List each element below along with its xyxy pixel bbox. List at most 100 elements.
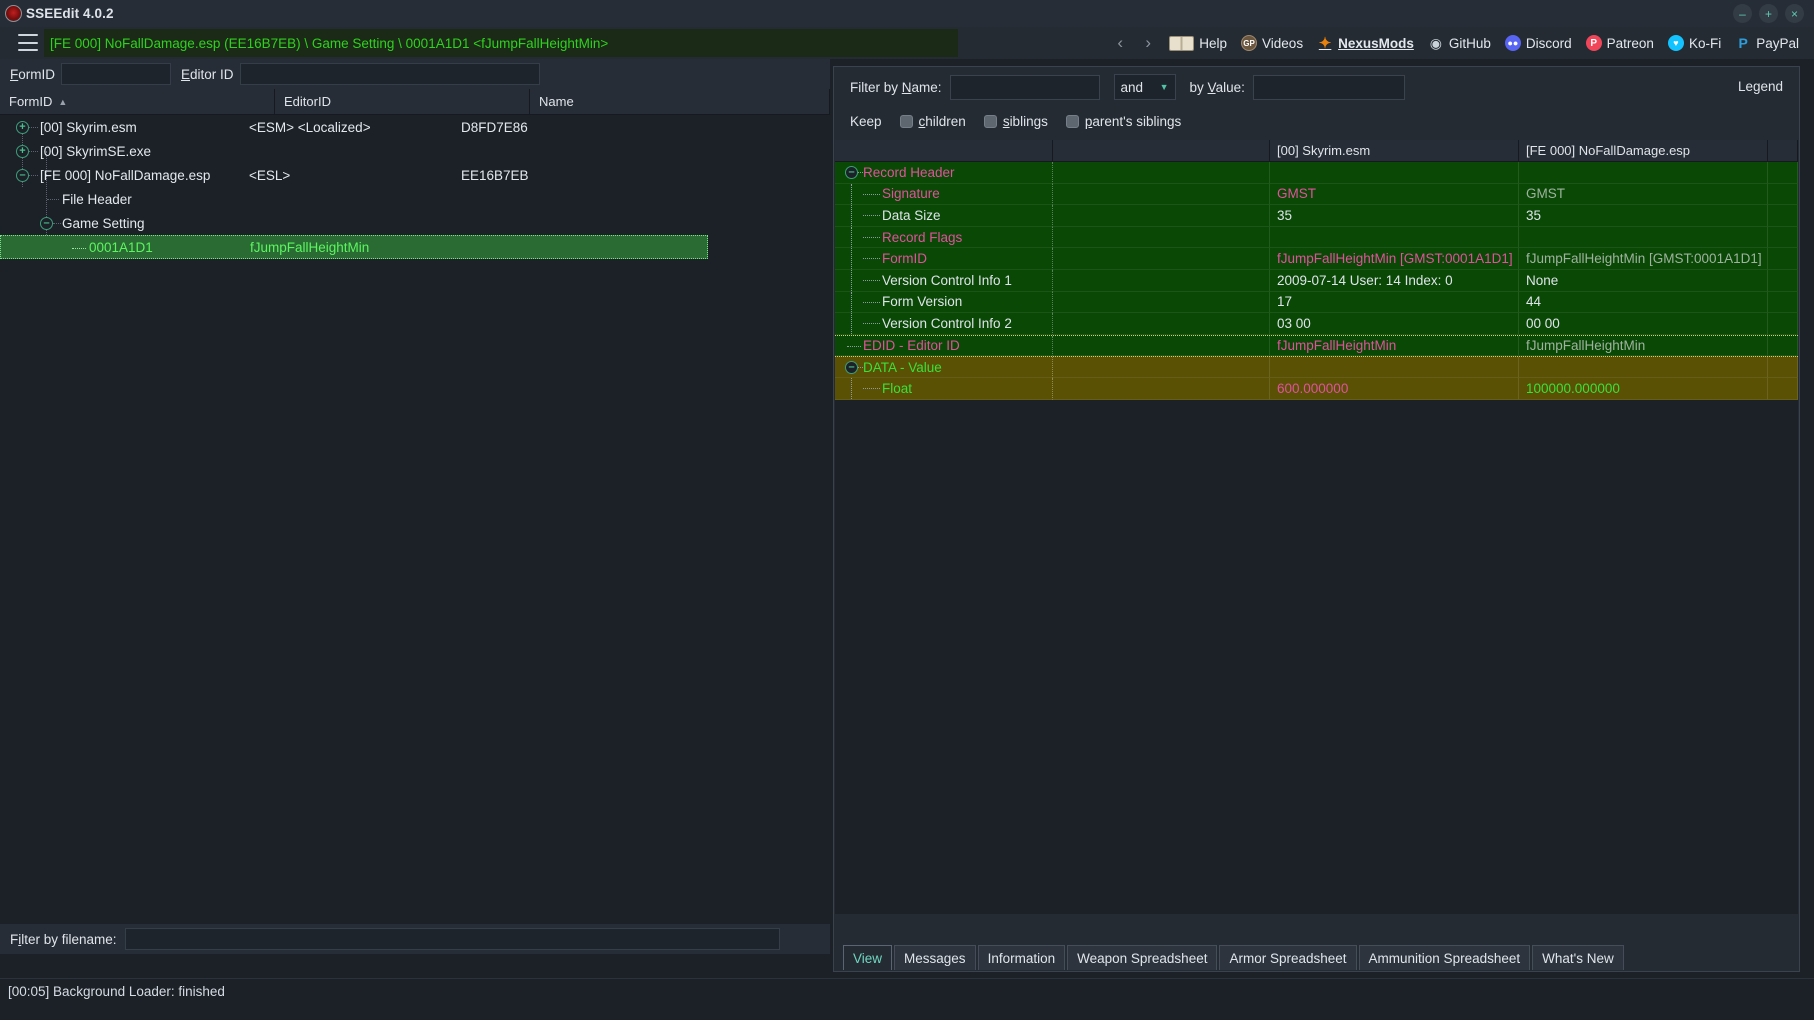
- grid-row-form-version[interactable]: Form Version 17 44: [835, 291, 1798, 314]
- tree-row-game-setting[interactable]: – Game Setting: [0, 211, 830, 235]
- tree-connector: [851, 226, 852, 248]
- nav-link-github[interactable]: ◉ GitHub: [1421, 27, 1498, 59]
- filter-operator-select[interactable]: and ▼: [1113, 74, 1176, 100]
- grid-row-formid[interactable]: FormID fJumpFallHeightMin [GMST:0001A1D1…: [835, 248, 1798, 270]
- nav-link-paypal[interactable]: P PayPal: [1728, 27, 1806, 59]
- grid-cell-extra: [1768, 205, 1798, 227]
- column-header-formid[interactable]: FormID ▲: [0, 89, 275, 114]
- expander-plus-icon[interactable]: +: [16, 144, 29, 158]
- filter-name-input[interactable]: [949, 74, 1100, 100]
- grid-row-label: Record Flags: [882, 229, 963, 245]
- plugin-tree[interactable]: + [00] Skyrim.esm <ESM> <Localized> D8FD…: [0, 115, 830, 924]
- nav-link-videos[interactable]: GP Videos: [1234, 27, 1310, 59]
- nav-link-help[interactable]: Help: [1162, 27, 1234, 59]
- nav-link-nexusmods[interactable]: ✦ NexusMods: [1310, 27, 1421, 59]
- grid-row-label-cell: Data Size: [835, 205, 1053, 227]
- grid-row-float[interactable]: Float 600.000000 100000.000000: [835, 377, 1798, 400]
- grid-row-label-cell: – Record Header: [835, 162, 1053, 184]
- tree-row-skyrim-esm[interactable]: + [00] Skyrim.esm <ESM> <Localized> D8FD…: [0, 115, 830, 139]
- tab-view[interactable]: View: [843, 945, 893, 970]
- back-arrow-icon[interactable]: ‹: [1106, 33, 1134, 53]
- grid-row-record-flags[interactable]: Record Flags: [835, 226, 1798, 249]
- checkbox-icon[interactable]: [1065, 114, 1079, 128]
- checkbox-icon[interactable]: [983, 114, 997, 128]
- filter-value-label: by Value:: [1189, 79, 1245, 95]
- grid-cell-spacer: [1053, 205, 1270, 227]
- tree-connector: [851, 313, 852, 334]
- grid-row-version-control-info-2[interactable]: Version Control Info 2 03 00 00 00: [835, 313, 1798, 335]
- grid-row-label-cell: Version Control Info 1: [835, 269, 1053, 292]
- expander-minus-icon[interactable]: –: [40, 216, 53, 230]
- gp-icon: GP: [1241, 35, 1258, 51]
- grid-row-edid-editor-id[interactable]: EDID - Editor ID fJumpFallHeightMin fJum…: [835, 334, 1798, 357]
- tab-armor-spreadsheet[interactable]: Armor Spreadsheet: [1219, 945, 1357, 970]
- tab-messages[interactable]: Messages: [894, 945, 976, 970]
- nav-link-kofi[interactable]: ♥ Ko-Fi: [1661, 27, 1728, 59]
- editorid-search-input[interactable]: [239, 63, 540, 85]
- tree-row-skyrimse-exe[interactable]: + [00] SkyrimSE.exe: [0, 139, 830, 163]
- filename-filter-input[interactable]: [124, 928, 780, 950]
- tab-information[interactable]: Information: [977, 945, 1066, 970]
- filter-value-input[interactable]: [1252, 74, 1405, 100]
- grid-row-version-control-info-1[interactable]: Version Control Info 1 2009-07-14 User: …: [835, 269, 1798, 292]
- grid-header-blank3[interactable]: [1768, 140, 1798, 161]
- keep-children-checkbox[interactable]: children: [899, 113, 966, 129]
- expander-plus-icon[interactable]: +: [16, 120, 29, 134]
- grid-header-blank1[interactable]: [835, 140, 1053, 161]
- tree-row-file-header[interactable]: File Header: [0, 187, 830, 211]
- grid-cell-skyrim: fJumpFallHeightMin: [1270, 335, 1519, 357]
- expander-minus-icon[interactable]: –: [845, 166, 858, 179]
- app-logo-icon: [5, 5, 22, 22]
- tree-row-name: D8FD7E86: [461, 119, 528, 135]
- tree-connector: [29, 175, 38, 176]
- expander-minus-icon[interactable]: –: [16, 168, 29, 182]
- grid-row-data-value[interactable]: – DATA - Value: [835, 356, 1798, 378]
- menu-icon[interactable]: [18, 34, 38, 51]
- grid-cell-spacer: [1053, 313, 1270, 335]
- grid-header-nofalldamage-esp[interactable]: [FE 000] NoFallDamage.esp: [1519, 140, 1768, 161]
- nexus-icon: ✦: [1318, 35, 1332, 52]
- grid-row-record-header[interactable]: – Record Header: [835, 162, 1798, 184]
- column-header-editorid[interactable]: EditorID: [275, 89, 530, 114]
- nav-link-patreon[interactable]: P Patreon: [1579, 27, 1661, 59]
- grid-cell-skyrim: [1270, 162, 1519, 184]
- tree-row-nofalldamage-esp[interactable]: – [FE 000] NoFallDamage.esp <ESL> EE16B7…: [0, 163, 830, 187]
- grid-header-skyrim-esm[interactable]: [00] Skyrim.esm: [1270, 140, 1519, 161]
- minimize-button[interactable]: –: [1733, 4, 1752, 23]
- grid-cell-extra: [1768, 313, 1798, 335]
- keep-children-label: children: [918, 113, 966, 129]
- tab-weapon-spreadsheet[interactable]: Weapon Spreadsheet: [1067, 945, 1218, 970]
- tree-connector: [851, 248, 852, 269]
- column-header-name[interactable]: Name: [530, 89, 830, 114]
- record-detail-grid[interactable]: [00] Skyrim.esm [FE 000] NoFallDamage.es…: [835, 140, 1798, 914]
- keep-siblings-checkbox[interactable]: siblings: [983, 114, 1048, 129]
- tree-row-label: [FE 000] NoFallDamage.esp: [40, 167, 211, 183]
- grid-row-label-cell: Float: [835, 377, 1053, 400]
- tab-whats-new[interactable]: What's New: [1532, 945, 1624, 970]
- grid-cell-nofall: [1519, 357, 1768, 378]
- close-button[interactable]: ×: [1785, 4, 1804, 23]
- grid-cell-spacer: [1053, 226, 1270, 249]
- book-icon: [1169, 35, 1195, 51]
- grid-cell-skyrim: 600.000000: [1270, 377, 1519, 400]
- keep-parents-siblings-checkbox[interactable]: parent's siblings: [1065, 114, 1181, 129]
- formid-search-input[interactable]: [61, 63, 171, 85]
- tree-row-0001A1D1[interactable]: 0001A1D1 fJumpFallHeightMin: [0, 235, 708, 259]
- maximize-button[interactable]: +: [1759, 4, 1778, 23]
- grid-row-label-cell: Record Flags: [835, 226, 1053, 249]
- grid-row-data-size[interactable]: Data Size 35 35: [835, 205, 1798, 227]
- nav-link-discord[interactable]: ●● Discord: [1498, 27, 1579, 59]
- grid-row-label: EDID - Editor ID: [863, 338, 960, 354]
- grid-header-blank2[interactable]: [1053, 140, 1270, 161]
- grid-cell-spacer: [1053, 335, 1270, 357]
- grid-row-label: Data Size: [882, 207, 941, 223]
- expander-minus-icon[interactable]: –: [845, 361, 858, 375]
- tree-connector: [863, 193, 880, 195]
- forward-arrow-icon[interactable]: ›: [1134, 33, 1162, 53]
- nav-label: NexusMods: [1338, 35, 1414, 51]
- tree-connector: [863, 387, 880, 389]
- tab-ammunition-spreadsheet[interactable]: Ammunition Spreadsheet: [1358, 945, 1531, 970]
- checkbox-icon[interactable]: [899, 114, 913, 128]
- legend-link[interactable]: Legend: [1738, 79, 1783, 94]
- grid-row-signature[interactable]: Signature GMST GMST: [835, 183, 1798, 206]
